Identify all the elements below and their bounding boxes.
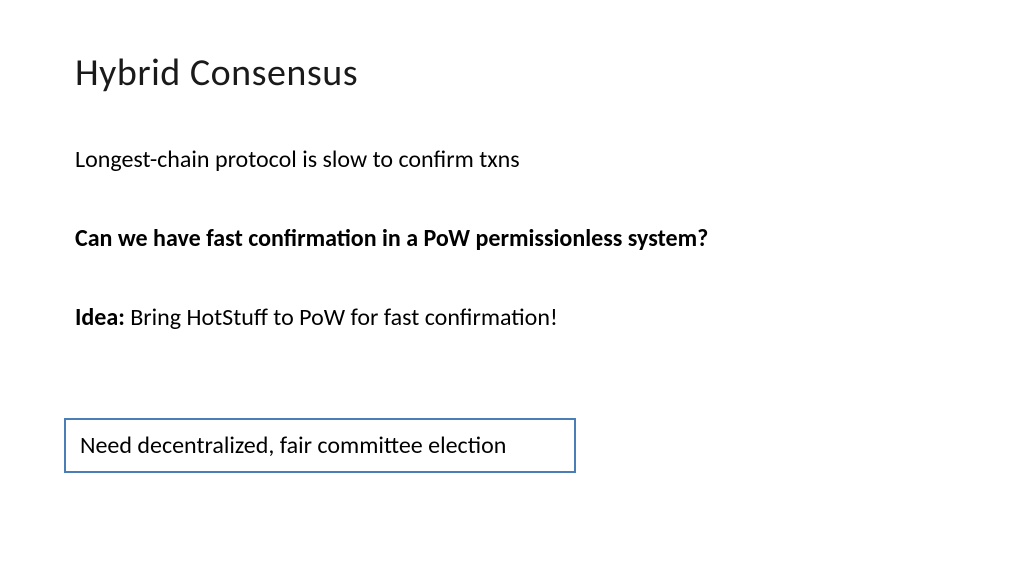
line-idea: Idea: Bring HotStuff to PoW for fast con… <box>75 302 949 333</box>
line-question: Can we have fast confirmation in a PoW p… <box>75 223 949 254</box>
highlight-box: Need decentralized, fair committee elect… <box>64 418 576 473</box>
boxed-text: Need decentralized, fair committee elect… <box>80 430 560 461</box>
line-longest-chain: Longest-chain protocol is slow to confir… <box>75 144 949 175</box>
idea-label: Idea: <box>75 303 125 332</box>
idea-text: Bring HotStuff to PoW for fast confirmat… <box>125 303 558 332</box>
slide-title: Hybrid Consensus <box>75 50 949 96</box>
